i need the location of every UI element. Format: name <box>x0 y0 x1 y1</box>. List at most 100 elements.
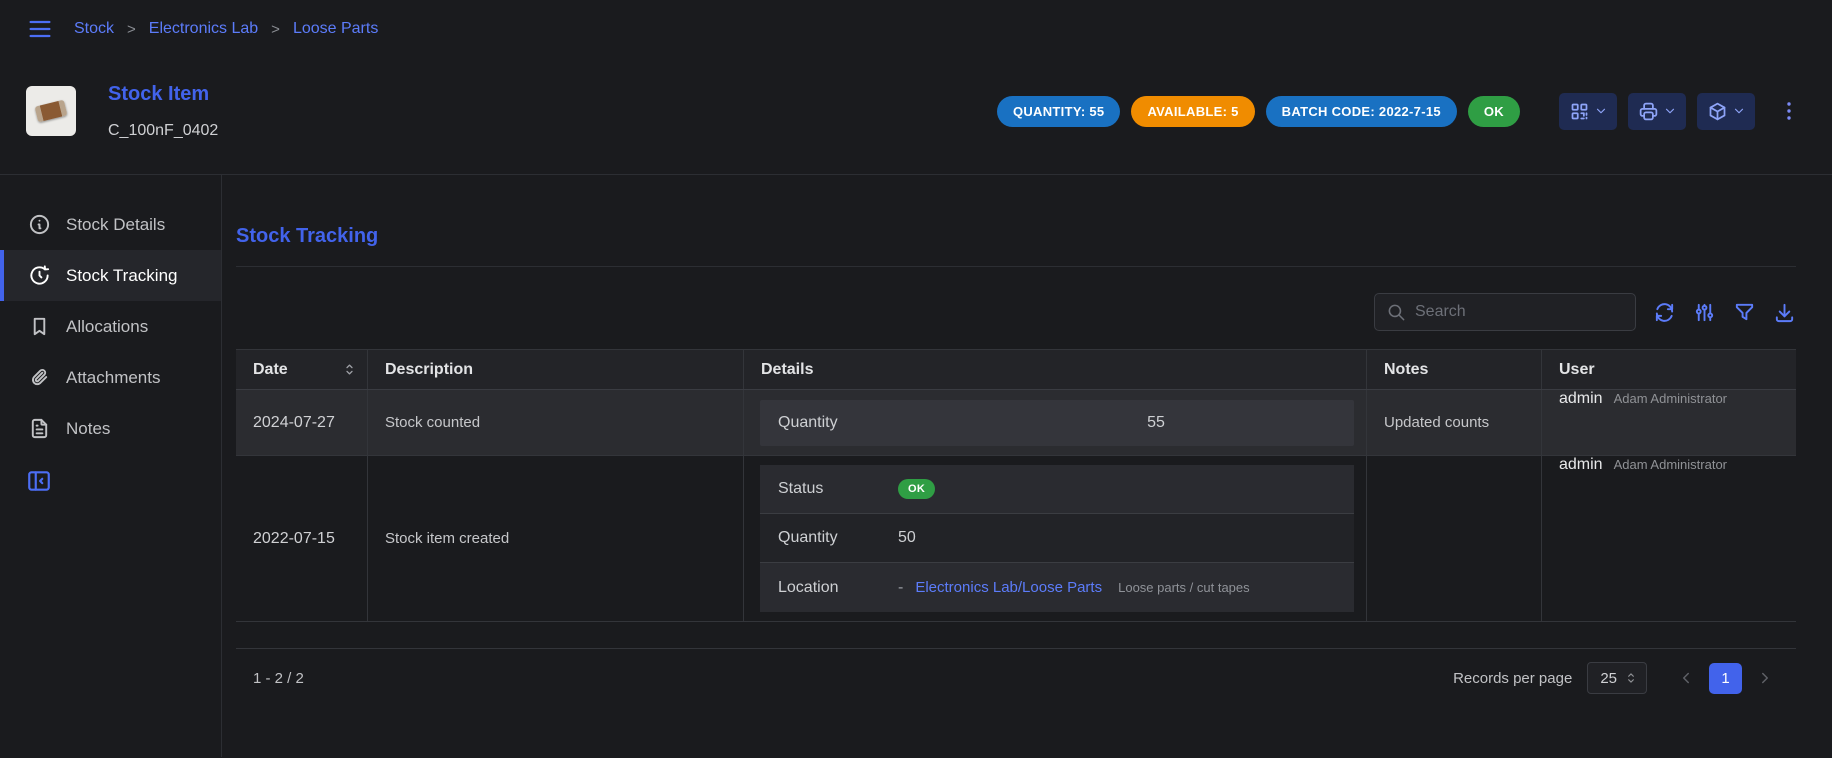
location-link[interactable]: Electronics Lab/Loose Parts <box>915 579 1102 596</box>
available-badge: AVAILABLE: 5 <box>1131 96 1254 127</box>
filter-button[interactable] <box>1733 301 1756 324</box>
detail-label: Location <box>778 579 890 597</box>
header-actions <box>1559 93 1804 130</box>
location-description: Loose parts / cut tapes <box>1118 580 1250 595</box>
sidebar-collapse-icon <box>26 468 52 494</box>
menu-icon[interactable] <box>26 15 54 43</box>
prev-page-button[interactable] <box>1672 663 1700 693</box>
user-full-name: Adam Administrator <box>1614 391 1727 406</box>
column-header-description: Description <box>368 350 744 389</box>
breadcrumb-loose-parts[interactable]: Loose Parts <box>293 20 378 38</box>
pager: 1 <box>1672 663 1779 694</box>
page-1-button[interactable]: 1 <box>1709 663 1742 694</box>
sort-icon[interactable] <box>342 362 357 377</box>
row-notes <box>1367 456 1542 621</box>
search-input[interactable] <box>1415 303 1623 321</box>
row-notes: Updated counts <box>1367 390 1542 455</box>
table-row[interactable]: 2024-07-27 Stock counted Quantity 55 Upd… <box>236 390 1796 456</box>
sidebar-item-stock-details[interactable]: Stock Details <box>0 199 221 250</box>
records-per-page-value: 25 <box>1600 670 1617 687</box>
search-box <box>1374 293 1636 331</box>
section-heading: Stock Tracking <box>236 225 1796 267</box>
status-ok-badge: OK <box>898 479 935 499</box>
row-description: Stock counted <box>368 390 744 455</box>
detail-value: 55 <box>898 414 1336 432</box>
info-icon <box>28 213 51 236</box>
history-icon <box>28 264 51 287</box>
row-details: Quantity 55 <box>744 390 1367 455</box>
sidebar-collapse-button[interactable] <box>0 468 52 494</box>
next-page-button[interactable] <box>1751 663 1779 693</box>
capacitor-image <box>35 100 68 123</box>
paperclip-icon <box>28 366 51 389</box>
stock-actions-icon <box>1707 101 1728 122</box>
print-actions-button[interactable] <box>1628 93 1686 130</box>
search-icon <box>1387 303 1406 322</box>
dots-vertical-icon <box>1777 99 1801 123</box>
detail-value: 50 <box>898 529 916 547</box>
row-description: Stock item created <box>368 456 744 621</box>
chevron-down-icon <box>1663 104 1677 118</box>
sidebar-item-attachments[interactable]: Attachments <box>0 352 221 403</box>
row-user: admin Adam Administrator <box>1542 390 1796 455</box>
table-footer: 1 - 2 / 2 Records per page 25 1 <box>236 648 1796 707</box>
sidebar: Stock Details Stock Tracking Allocations… <box>0 175 222 757</box>
content-area: Stock Details Stock Tracking Allocations… <box>0 175 1832 757</box>
table-row[interactable]: 2022-07-15 Stock item created Status OK … <box>236 456 1796 622</box>
stock-tracking-table: Date Description Details Notes User 2024… <box>236 349 1796 622</box>
top-navigation-bar: Stock > Electronics Lab > Loose Parts <box>0 0 1832 58</box>
breadcrumb-separator: > <box>127 21 136 38</box>
detail-label: Quantity <box>778 529 890 547</box>
column-header-user: User <box>1542 350 1796 389</box>
sidebar-item-label: Allocations <box>66 317 148 337</box>
download-icon <box>1773 301 1796 324</box>
page-subtitle: C_100nF_0402 <box>108 122 218 140</box>
printer-icon <box>1638 101 1659 122</box>
sidebar-item-notes[interactable]: Notes <box>0 403 221 454</box>
row-details: Status OK Quantity 50 Location - Electro… <box>744 456 1367 621</box>
detail-location-row: Location - Electronics Lab/Loose Parts L… <box>760 563 1354 612</box>
column-header-date[interactable]: Date <box>236 350 368 389</box>
breadcrumb-separator: > <box>271 21 280 38</box>
user-full-name: Adam Administrator <box>1614 457 1727 472</box>
main-panel: Stock Tracking Date <box>222 175 1832 757</box>
sidebar-item-stock-tracking[interactable]: Stock Tracking <box>0 250 221 301</box>
breadcrumb-stock[interactable]: Stock <box>74 20 114 38</box>
records-per-page-select[interactable]: 25 <box>1587 662 1647 694</box>
detail-status-row: Status OK <box>760 465 1354 514</box>
adjustments-icon <box>1693 301 1716 324</box>
selector-icon <box>1624 671 1638 685</box>
more-options-button[interactable] <box>1774 96 1804 126</box>
row-date: 2024-07-27 <box>236 390 368 455</box>
stock-actions-button[interactable] <box>1697 93 1755 130</box>
stock-item-thumbnail[interactable] <box>26 86 76 136</box>
pagination-controls: Records per page 25 1 <box>1453 662 1779 694</box>
download-button[interactable] <box>1773 301 1796 324</box>
username: admin <box>1559 456 1603 474</box>
detail-quantity-row: Quantity 55 <box>760 400 1354 446</box>
column-header-label: Date <box>253 361 288 379</box>
sidebar-item-label: Stock Details <box>66 215 165 235</box>
row-user: admin Adam Administrator <box>1542 456 1796 621</box>
chevron-down-icon <box>1594 104 1608 118</box>
qrcode-icon <box>1569 101 1590 122</box>
row-date: 2022-07-15 <box>236 456 368 621</box>
detail-label: Status <box>778 480 890 498</box>
chevron-left-icon <box>1677 669 1695 687</box>
records-per-page-label: Records per page <box>1453 670 1572 687</box>
table-toolbar <box>236 293 1796 331</box>
table-header-row: Date Description Details Notes User <box>236 350 1796 390</box>
sidebar-item-allocations[interactable]: Allocations <box>0 301 221 352</box>
table-settings-button[interactable] <box>1693 301 1716 324</box>
column-header-notes: Notes <box>1367 350 1542 389</box>
quantity-badge: QUANTITY: 55 <box>997 96 1120 127</box>
barcode-actions-button[interactable] <box>1559 93 1617 130</box>
username: admin <box>1559 390 1603 408</box>
column-header-details: Details <box>744 350 1367 389</box>
stock-item-header: Stock Item C_100nF_0402 QUANTITY: 55 AVA… <box>0 58 1832 175</box>
breadcrumb: Stock > Electronics Lab > Loose Parts <box>74 20 378 38</box>
record-range: 1 - 2 / 2 <box>253 670 304 687</box>
refresh-button[interactable] <box>1653 301 1676 324</box>
filter-icon <box>1733 301 1756 324</box>
breadcrumb-electronics-lab[interactable]: Electronics Lab <box>149 20 258 38</box>
